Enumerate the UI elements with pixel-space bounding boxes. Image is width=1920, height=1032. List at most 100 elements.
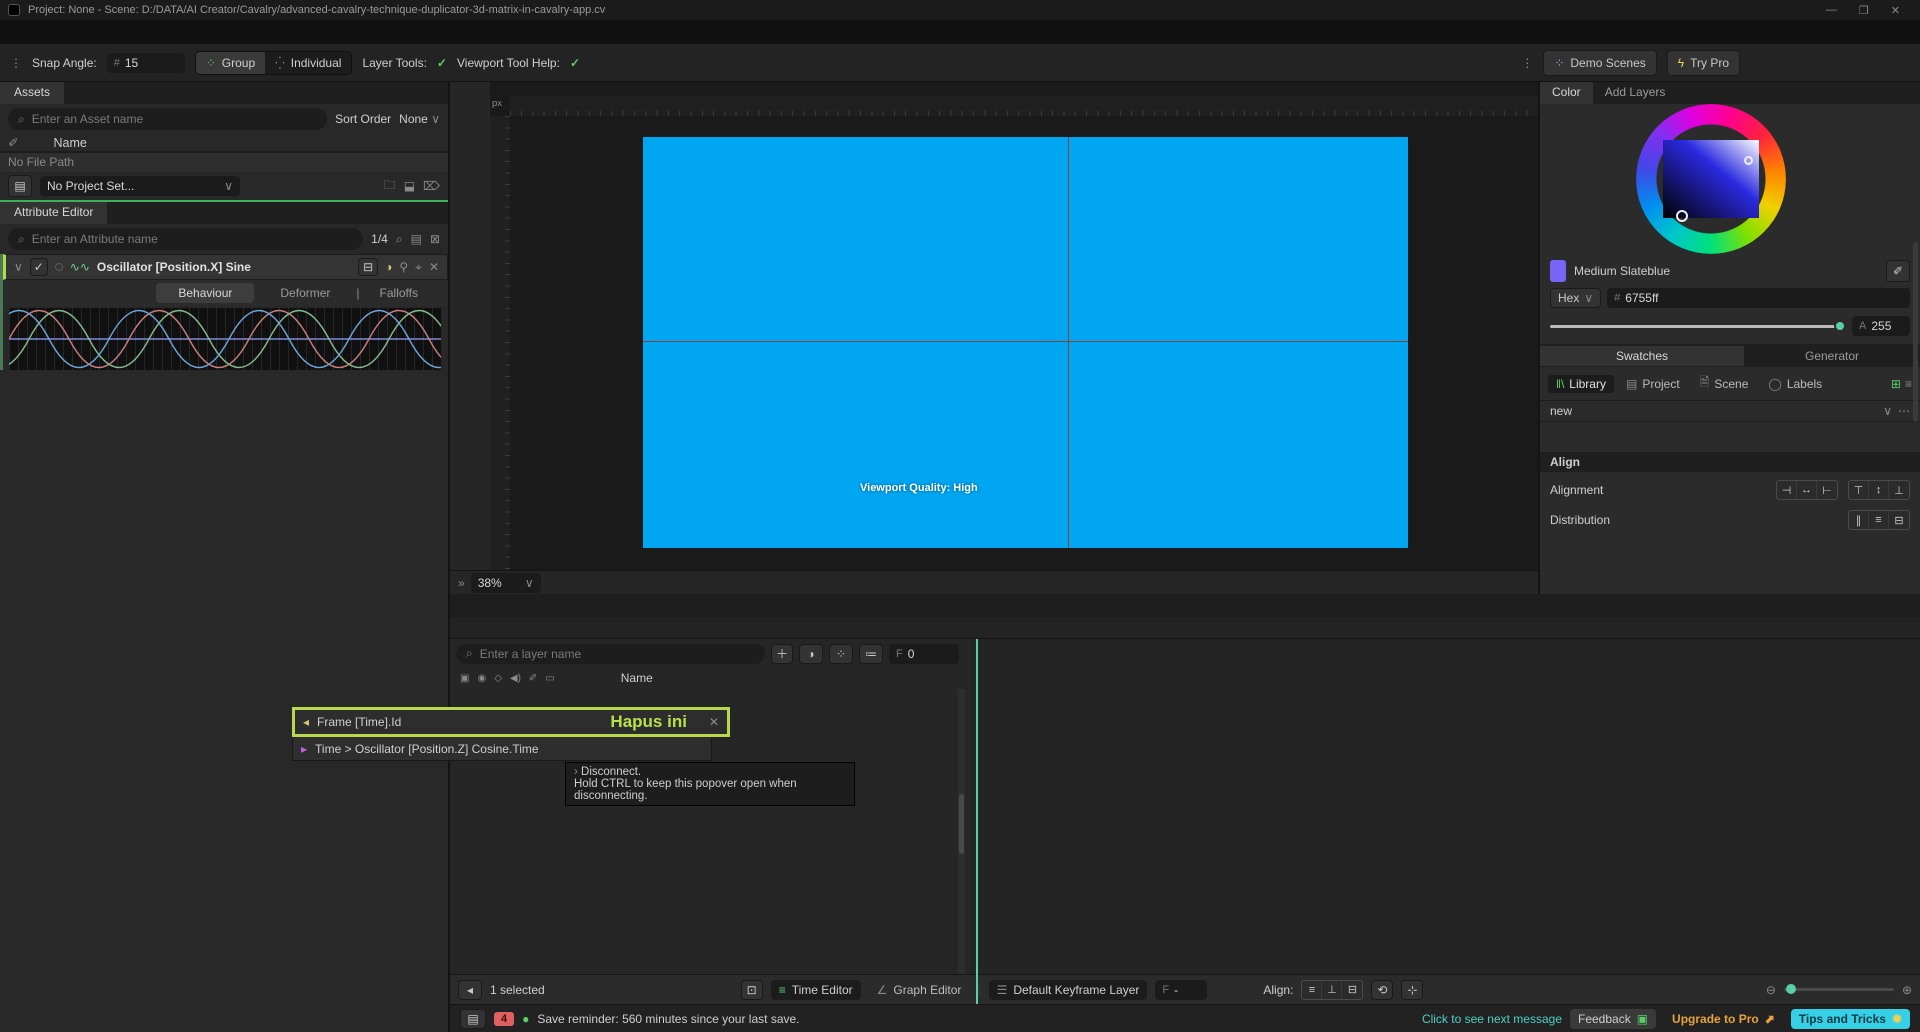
swatch-source-library[interactable]: ‖\ Library <box>1548 374 1614 393</box>
demo-scenes-button[interactable]: ⁘ Demo Scenes <box>1543 49 1657 76</box>
try-pro-button[interactable]: ϟ Try Pro <box>1666 49 1740 76</box>
project-folder-icon[interactable]: ▤ <box>8 175 32 197</box>
monitor-icon[interactable]: ⬓ <box>404 179 415 193</box>
tab-attribute-editor[interactable]: Attribute Editor <box>0 202 108 224</box>
align-center-h-icon[interactable]: ↔ <box>1797 481 1817 499</box>
zoom-out-icon[interactable]: ⊖ <box>1766 983 1776 997</box>
distribute-v-icon[interactable]: ≡ <box>1869 511 1889 529</box>
tab-behaviour[interactable]: Behaviour <box>156 283 255 303</box>
popover-connection-2[interactable]: ▸ Time > Oscillator [Position.Z] Cosine.… <box>292 737 712 761</box>
kf-align-left-icon[interactable]: ≡ <box>1302 980 1323 999</box>
hue-selector[interactable] <box>1676 210 1688 222</box>
collapse-list-icon[interactable]: ◂ <box>458 979 482 1000</box>
loop-region-icon[interactable]: ⟲ <box>1371 979 1394 1000</box>
distribute-grid-icon[interactable]: ⊟ <box>1889 511 1909 529</box>
graph-editor-button[interactable]: ∠ Graph Editor <box>869 980 970 1000</box>
sv-selector[interactable] <box>1744 156 1753 165</box>
align-right-icon[interactable]: ⊢ <box>1817 481 1837 499</box>
zoom-attributes-icon[interactable]: ⌕ <box>396 232 403 247</box>
layer-list-scrollbar[interactable] <box>958 689 965 974</box>
tab-add-layers[interactable]: Add Layers <box>1593 82 1678 104</box>
magnet-snap-icon[interactable]: ⊹ <box>1401 979 1424 1000</box>
add-layer-button[interactable]: ＋ <box>771 643 793 664</box>
panel-scrollbar[interactable] <box>1913 242 1918 422</box>
layer-search-input[interactable]: ⌕ Enter a layer name <box>456 643 765 664</box>
in-connection-icon[interactable]: ◑ <box>385 260 392 274</box>
grid-view-icon[interactable]: ⊞ <box>1891 377 1901 391</box>
collapse-chevron-icon[interactable]: ∨ <box>14 260 23 274</box>
composition-canvas[interactable] <box>643 137 1408 548</box>
restore-button[interactable]: ❐ <box>1859 4 1869 17</box>
hex-input[interactable]: #6755ff <box>1607 288 1910 308</box>
viewport-zoom-dropdown[interactable]: 38% ∨ <box>470 572 541 593</box>
tips-and-tricks-button[interactable]: Tips and Tricks ✹ <box>1790 1008 1910 1029</box>
focus-layer-icon[interactable]: ⊡ <box>740 979 763 1000</box>
next-message-link[interactable]: Click to see next message <box>1422 1012 1562 1026</box>
swatch-source-scene[interactable]: 🗎 Scene <box>1692 371 1757 396</box>
expand-tools-icon[interactable]: » <box>458 576 465 590</box>
viewport-tool-help-check[interactable]: ✓ <box>570 56 580 70</box>
timeline-zoom-slider[interactable] <box>1783 984 1894 994</box>
tab-generator[interactable]: Generator <box>1744 349 1920 363</box>
upgrade-to-pro-button[interactable]: Upgrade to Pro ⬈ <box>1664 1009 1783 1029</box>
enabled-toggle[interactable]: ✓ <box>29 258 48 276</box>
filter-settings-icon[interactable]: ≔ <box>859 643 883 664</box>
viewport[interactable]: px Viewport Quality: High <box>490 82 1538 570</box>
alpha-slider[interactable] <box>1550 319 1846 332</box>
time-editor-button[interactable]: ≡ Time Editor <box>770 979 861 1000</box>
align-middle-icon[interactable]: ↕ <box>1869 481 1889 499</box>
panel-layout-icon[interactable]: ⊟ <box>358 258 379 276</box>
clear-filter-icon[interactable]: ⊠ <box>430 232 440 246</box>
feedback-button[interactable]: Feedback ▣ <box>1570 1008 1657 1029</box>
solo-radio[interactable] <box>54 263 63 271</box>
trash-icon[interactable]: ⌦ <box>423 179 440 193</box>
messages-icon[interactable]: ▤ <box>460 1008 486 1029</box>
tab-swatches[interactable]: Swatches <box>1540 345 1744 366</box>
pin-attributes-icon[interactable]: ▤ <box>411 232 422 246</box>
tab-deformer[interactable]: Deformer <box>254 283 356 303</box>
kf-align-mid-icon[interactable]: ⊥ <box>1322 980 1343 999</box>
project-set-dropdown[interactable]: No Project Set... ∨ <box>40 176 240 196</box>
alpha-input[interactable]: A 255 <box>1852 316 1910 336</box>
align-left-icon[interactable]: ⊣ <box>1777 481 1797 499</box>
tab-assets[interactable]: Assets <box>0 82 65 104</box>
close-button[interactable]: ✕ <box>1891 4 1900 17</box>
color-square-picker[interactable] <box>1663 140 1759 218</box>
close-attribute-icon[interactable]: ✕ <box>429 260 439 274</box>
zoom-in-icon[interactable]: ⊕ <box>1902 983 1912 997</box>
keyframe-layer-dropdown[interactable]: ☰ Default Keyframe Layer <box>988 979 1148 1000</box>
folder-icon[interactable]: 🗀 <box>384 176 396 197</box>
sort-order-dropdown[interactable]: None ∨ <box>399 112 440 126</box>
pin-icon[interactable]: ⚲ <box>399 260 408 274</box>
align-bottom-icon[interactable]: ⊥ <box>1889 481 1909 499</box>
snap-angle-input[interactable]: #15 <box>106 52 185 73</box>
layer-tools-check[interactable]: ✓ <box>437 56 447 70</box>
minimize-button[interactable]: — <box>1826 4 1837 17</box>
distribute-h-icon[interactable]: ∥ <box>1849 511 1869 529</box>
attribute-search-input[interactable]: ⌕ Enter an Attribute name <box>8 228 364 250</box>
tab-falloffs[interactable]: Falloffs <box>360 283 438 303</box>
track-area[interactable] <box>970 639 1920 1004</box>
swatch-source-labels[interactable]: ◯ Labels <box>1760 375 1830 393</box>
popover-close-icon[interactable]: ✕ <box>709 715 719 729</box>
individual-button[interactable]: ⁛ Individual <box>265 52 351 74</box>
tab-color[interactable]: Color <box>1540 82 1593 104</box>
message-count-badge[interactable]: 4 <box>494 1011 515 1026</box>
playhead-line[interactable] <box>976 639 978 1004</box>
kf-align-right-icon[interactable]: ⊟ <box>1342 981 1362 999</box>
target-icon[interactable]: ⌖ <box>415 260 422 275</box>
list-view-icon[interactable]: ≡ <box>1905 377 1912 391</box>
current-frame-input[interactable]: F0 <box>889 643 959 664</box>
filter-shapes-icon[interactable]: ◑ <box>799 643 823 664</box>
swatch-source-project[interactable]: ▤ Project <box>1618 375 1688 393</box>
align-top-icon[interactable]: ⊤ <box>1849 481 1869 499</box>
current-color-swatch[interactable] <box>1550 260 1566 282</box>
filter-behaviours-icon[interactable]: ⁘ <box>829 643 853 664</box>
asset-search-input[interactable]: ⌕ Enter an Asset name <box>8 108 328 130</box>
color-mode-dropdown[interactable]: Hex ∨ <box>1550 288 1602 308</box>
popover-connection-1[interactable]: ◂ Frame [Time].Id Hapus ini ✕ <box>292 707 730 737</box>
footer-frame-input[interactable]: F- <box>1155 979 1208 1000</box>
group-menu-icon[interactable]: ⋯ <box>1898 404 1910 418</box>
eyedropper-button[interactable]: ✐ <box>1886 260 1910 282</box>
group-collapse-icon[interactable]: ∨ <box>1883 404 1892 418</box>
